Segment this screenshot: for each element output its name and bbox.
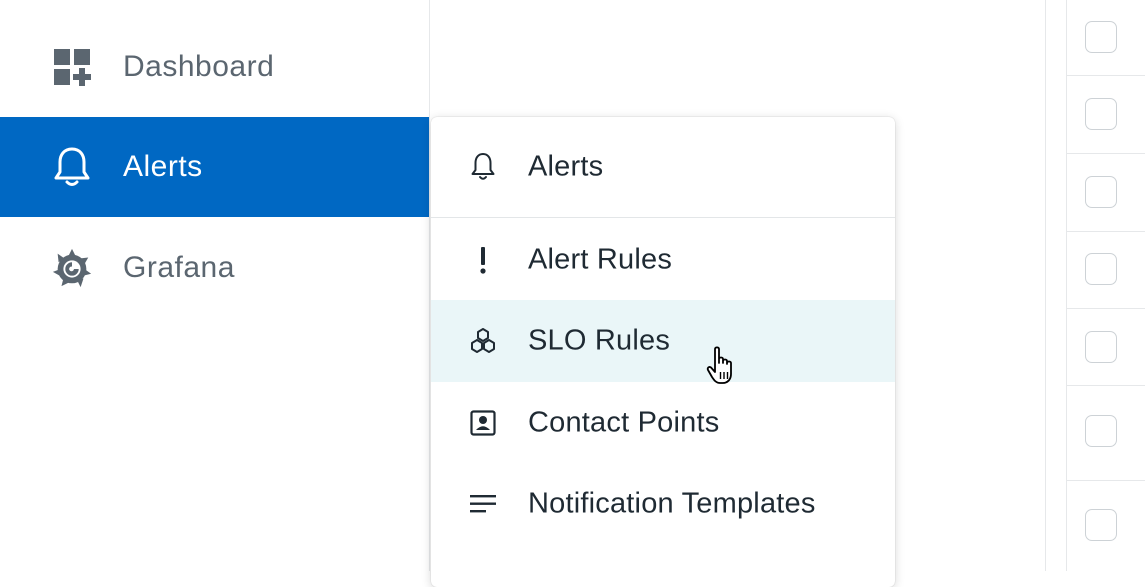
table-row	[1067, 309, 1145, 386]
menu-item-label: Contact Points	[528, 406, 720, 438]
row-checkbox[interactable]	[1085, 98, 1117, 130]
flyout-header-label: Alerts	[528, 150, 604, 183]
exclamation-icon	[469, 245, 497, 275]
table-row	[1067, 76, 1145, 154]
row-checkbox[interactable]	[1085, 509, 1117, 541]
bell-icon	[50, 145, 94, 189]
menu-item-label: SLO Rules	[528, 324, 671, 357]
menu-item-contact-points[interactable]: Contact Points	[431, 382, 895, 463]
bell-icon	[469, 152, 497, 182]
flyout-header-alerts[interactable]: Alerts	[431, 117, 895, 218]
sidebar-item-grafana[interactable]: Grafana	[0, 218, 429, 318]
grafana-logo-icon	[50, 246, 94, 290]
table-row	[1067, 154, 1145, 232]
contact-card-icon	[469, 408, 497, 438]
menu-item-slo-rules[interactable]: SLO Rules	[431, 300, 895, 382]
hexagons-icon	[469, 326, 497, 356]
table-row	[1067, 481, 1145, 571]
table-row	[1067, 232, 1145, 309]
sidebar-item-dashboard[interactable]: Dashboard	[0, 17, 429, 117]
sidebar-item-label: Dashboard	[123, 50, 275, 83]
row-checkbox[interactable]	[1085, 331, 1117, 363]
dashboard-add-icon	[50, 45, 94, 89]
row-checkbox[interactable]	[1085, 21, 1117, 53]
menu-item-notification-templates[interactable]: Notification Templates	[431, 463, 895, 544]
sidebar-item-alerts[interactable]: Alerts	[0, 117, 429, 217]
row-checkbox[interactable]	[1085, 176, 1117, 208]
alerts-flyout-menu: Alerts Alert Rules SLO Rules Contact Poi…	[431, 117, 895, 587]
menu-item-label: Notification Templates	[528, 487, 816, 519]
row-checkbox[interactable]	[1085, 253, 1117, 285]
table-row	[1067, 386, 1145, 481]
sidebar: Dashboard Alerts Grafana	[0, 0, 430, 571]
sidebar-item-label: Alerts	[123, 150, 203, 183]
checkbox-column-inner	[1066, 0, 1145, 571]
table-checkbox-column	[1045, 0, 1145, 571]
menu-item-alert-rules[interactable]: Alert Rules	[431, 219, 895, 300]
menu-item-label: Alert Rules	[528, 243, 673, 275]
lines-icon	[469, 489, 497, 519]
pointer-cursor-icon	[705, 345, 741, 387]
table-row	[1067, 0, 1145, 76]
sidebar-item-label: Grafana	[123, 251, 235, 284]
row-checkbox[interactable]	[1085, 415, 1117, 447]
